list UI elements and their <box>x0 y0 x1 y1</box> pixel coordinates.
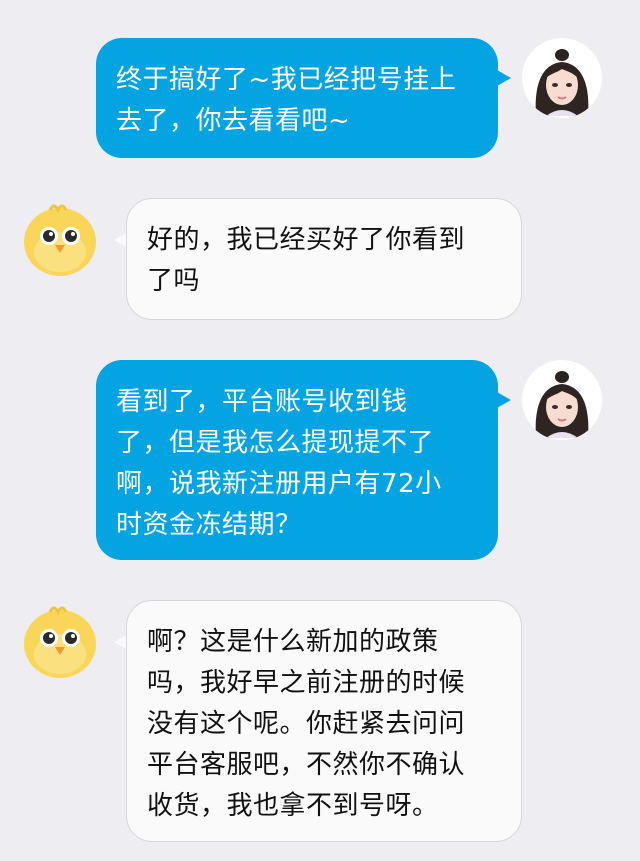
message-line: 了吗 <box>147 266 201 296</box>
message-line: 终于搞好了~我已经把号挂上 <box>116 65 457 95</box>
message-line: 没有这个呢。你赶紧去问问 <box>147 709 466 739</box>
message-line: 了，但是我怎么提现提不了 <box>116 428 435 458</box>
outgoing-message-bubble[interactable]: 看到了，平台账号收到钱 了，但是我怎么提现提不了 啊，说我新注册用户有72小 时… <box>96 360 498 560</box>
incoming-message-bubble[interactable]: 好的，我已经买好了你看到 了吗 <box>126 198 522 320</box>
message-line: 去了，你去看看吧~ <box>116 106 351 136</box>
message-line: 啊？这是什么新加的政策 <box>147 627 439 657</box>
message-line: 平台客服吧，不然你不确认 <box>147 750 466 780</box>
bubble-tail <box>497 392 511 408</box>
bubble-tail <box>497 70 511 86</box>
outgoing-message-bubble[interactable]: 终于搞好了~我已经把号挂上 去了，你去看看吧~ <box>96 38 498 158</box>
message-line: 时资金冻结期？ <box>116 510 302 540</box>
message-line: 吗，我好早之前注册的时候 <box>147 668 466 698</box>
girl-avatar-icon[interactable] <box>522 38 602 118</box>
chat-conversation: 终于搞好了~我已经把号挂上 去了，你去看看吧~ 好的，我已经买好了你看到 了吗 … <box>0 0 640 861</box>
message-line: 收货，我也拿不到号呀。 <box>147 791 439 821</box>
chick-avatar-icon[interactable] <box>20 600 100 680</box>
message-line: 看到了，平台账号收到钱 <box>116 387 408 417</box>
message-line: 好的，我已经买好了你看到 <box>147 225 466 255</box>
chick-avatar-icon[interactable] <box>20 198 100 278</box>
incoming-message-bubble[interactable]: 啊？这是什么新加的政策 吗，我好早之前注册的时候 没有这个呢。你赶紧去问问 平台… <box>126 600 522 842</box>
girl-avatar-icon[interactable] <box>522 360 602 440</box>
message-line: 啊，说我新注册用户有72小 <box>116 469 442 499</box>
